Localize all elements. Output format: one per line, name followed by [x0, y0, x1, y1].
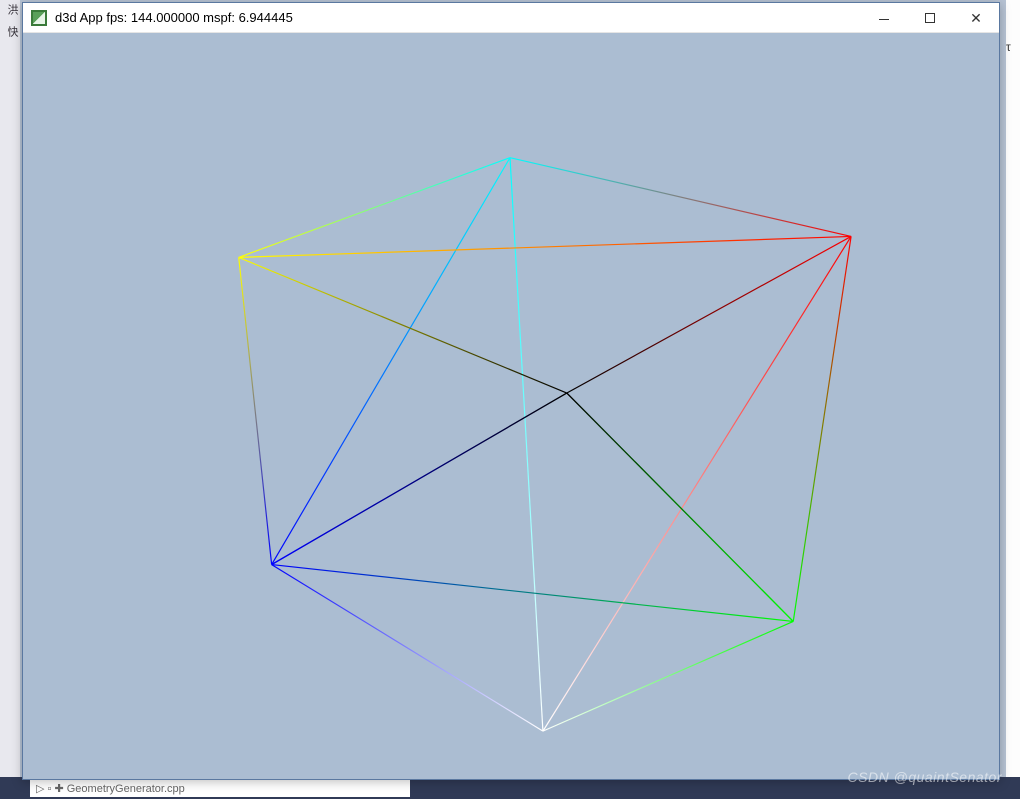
tree-item-text: ▷ ▫ ✚ GeometryGenerator.cpp	[30, 779, 410, 797]
cube-edge	[272, 393, 567, 565]
left-frag-0: 洪	[6, 4, 18, 15]
app-icon	[31, 10, 47, 26]
ide-bottom-bar: ▷ ▫ ✚ GeometryGenerator.cpp	[0, 777, 1020, 799]
cube-edge	[239, 158, 510, 258]
cube-edge	[510, 158, 543, 731]
cube-edge	[543, 621, 793, 731]
d3d-app-window: d3d App fps: 144.000000 mspf: 6.944445 ✕	[22, 2, 1000, 780]
cube-edge	[510, 158, 851, 237]
window-title: d3d App fps: 144.000000 mspf: 6.944445	[55, 10, 293, 25]
cube-edge	[567, 393, 793, 621]
cube-edge	[543, 236, 851, 731]
maximize-icon	[925, 13, 935, 23]
cube-edge	[272, 158, 510, 565]
cube-edge	[567, 236, 851, 393]
close-button[interactable]: ✕	[953, 3, 999, 32]
render-viewport[interactable]	[23, 33, 999, 779]
cube-edge	[239, 257, 567, 393]
cube-edge	[793, 236, 851, 621]
ide-right-strip: τ	[1006, 0, 1020, 799]
right-frag-0: τ	[1006, 40, 1020, 54]
cube-edge	[239, 257, 272, 564]
wireframe-cube	[23, 33, 999, 779]
window-controls: ✕	[861, 3, 999, 32]
minimize-icon	[879, 19, 889, 20]
ide-left-strip: 洪 快	[0, 0, 20, 799]
maximize-button[interactable]	[907, 3, 953, 32]
left-frag-1: 快	[6, 26, 18, 37]
cube-edge	[239, 236, 851, 257]
close-icon: ✕	[970, 11, 982, 25]
minimize-button[interactable]	[861, 3, 907, 32]
titlebar[interactable]: d3d App fps: 144.000000 mspf: 6.944445 ✕	[23, 3, 999, 33]
